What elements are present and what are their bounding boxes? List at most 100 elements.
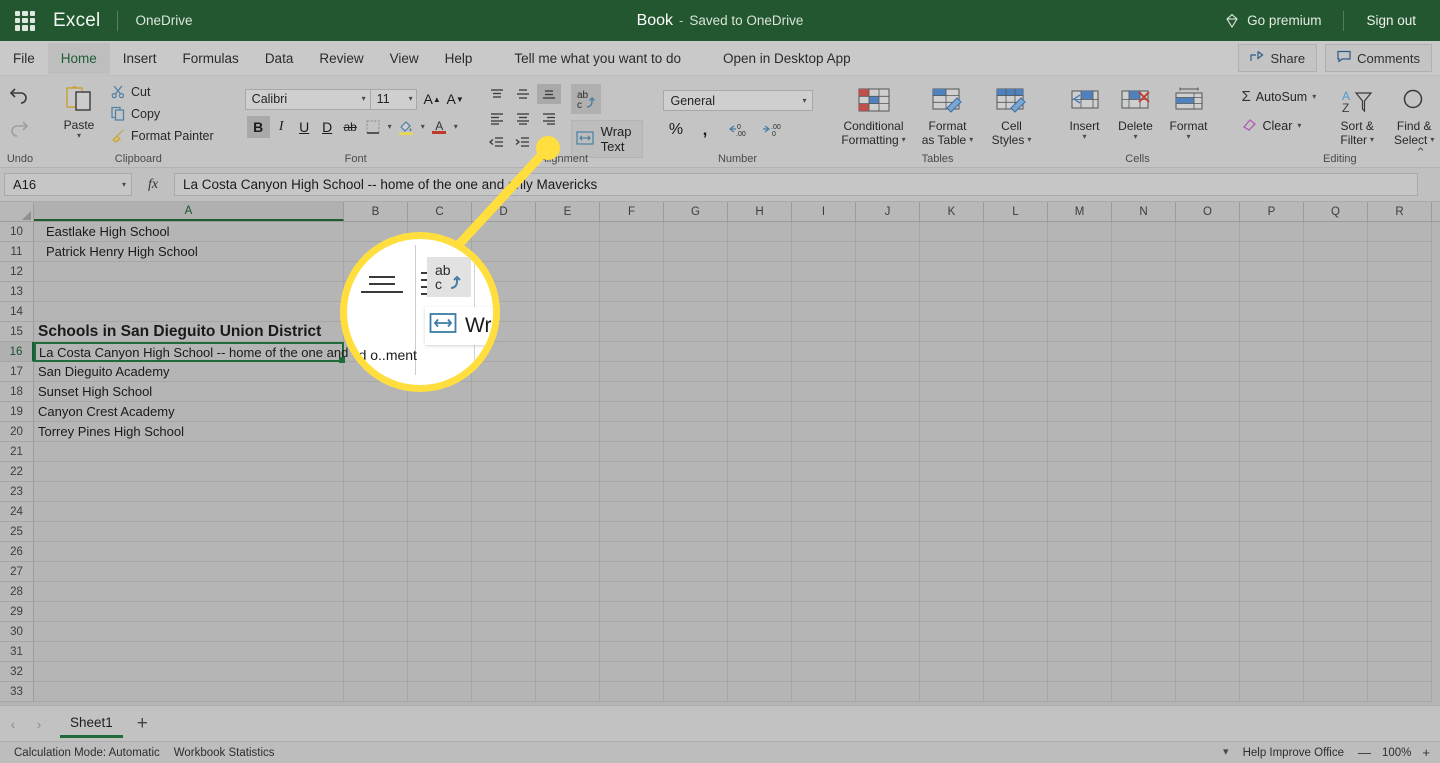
column-header-o[interactable]: O	[1176, 202, 1240, 221]
cell-H14[interactable]	[728, 302, 792, 322]
cell-R31[interactable]	[1368, 642, 1432, 662]
cell-R17[interactable]	[1368, 362, 1432, 382]
align-middle-button[interactable]	[511, 84, 535, 104]
cell-C24[interactable]	[408, 502, 472, 522]
row-header-26[interactable]: 26	[0, 542, 34, 562]
cell-Q22[interactable]	[1304, 462, 1368, 482]
cell-M22[interactable]	[1048, 462, 1112, 482]
cell-L29[interactable]	[984, 602, 1048, 622]
cell-I24[interactable]	[792, 502, 856, 522]
cell-L10[interactable]	[984, 222, 1048, 242]
tab-review[interactable]: Review	[306, 43, 376, 74]
row-header-33[interactable]: 33	[0, 682, 34, 702]
cell-B21[interactable]	[344, 442, 408, 462]
cell-A24[interactable]	[34, 502, 344, 522]
cell-C21[interactable]	[408, 442, 472, 462]
cell-K30[interactable]	[920, 622, 984, 642]
cell-N26[interactable]	[1112, 542, 1176, 562]
cell-Q26[interactable]	[1304, 542, 1368, 562]
cell-M25[interactable]	[1048, 522, 1112, 542]
formula-input[interactable]: La Costa Canyon High School -- home of t…	[174, 173, 1418, 196]
cell-P25[interactable]	[1240, 522, 1304, 542]
cell-E20[interactable]	[536, 422, 600, 442]
row-header-10[interactable]: 10	[0, 222, 34, 242]
cell-N27[interactable]	[1112, 562, 1176, 582]
chevron-down-icon[interactable]: ▾	[1082, 133, 1086, 141]
column-header-g[interactable]: G	[664, 202, 728, 221]
cell-O25[interactable]	[1176, 522, 1240, 542]
cell-P12[interactable]	[1240, 262, 1304, 282]
cell-F20[interactable]	[600, 422, 664, 442]
cell-H10[interactable]	[728, 222, 792, 242]
cell-J26[interactable]	[856, 542, 920, 562]
cell-I27[interactable]	[792, 562, 856, 582]
find-select-button[interactable]: Find & Select ▾	[1385, 86, 1440, 149]
cell-B30[interactable]	[344, 622, 408, 642]
cell-F11[interactable]	[600, 242, 664, 262]
cell-E29[interactable]	[536, 602, 600, 622]
cell-P31[interactable]	[1240, 642, 1304, 662]
cell-L19[interactable]	[984, 402, 1048, 422]
row-header-11[interactable]: 11	[0, 242, 34, 262]
cell-P28[interactable]	[1240, 582, 1304, 602]
increase-indent-button[interactable]	[511, 132, 535, 152]
cell-A28[interactable]	[34, 582, 344, 602]
storage-label[interactable]: OneDrive	[135, 13, 192, 28]
cell-A22[interactable]	[34, 462, 344, 482]
cell-F14[interactable]	[600, 302, 664, 322]
cell-A13[interactable]	[34, 282, 344, 302]
cell-I19[interactable]	[792, 402, 856, 422]
cell-R28[interactable]	[1368, 582, 1432, 602]
cell-D23[interactable]	[472, 482, 536, 502]
magnified-wrap-text-button[interactable]: Wrap	[425, 307, 493, 345]
cell-L13[interactable]	[984, 282, 1048, 302]
cell-Q24[interactable]	[1304, 502, 1368, 522]
document-name[interactable]: Book	[637, 12, 673, 29]
cell-F23[interactable]	[600, 482, 664, 502]
cell-E33[interactable]	[536, 682, 600, 702]
cell-B32[interactable]	[344, 662, 408, 682]
cell-R29[interactable]	[1368, 602, 1432, 622]
cell-C29[interactable]	[408, 602, 472, 622]
cell-M27[interactable]	[1048, 562, 1112, 582]
cell-I12[interactable]	[792, 262, 856, 282]
tab-view[interactable]: View	[377, 43, 432, 74]
cell-A25[interactable]	[34, 522, 344, 542]
app-launcher-icon[interactable]	[15, 10, 35, 31]
insert-function-button[interactable]: fx	[132, 177, 174, 193]
cell-P17[interactable]	[1240, 362, 1304, 382]
cell-K24[interactable]	[920, 502, 984, 522]
cell-K26[interactable]	[920, 542, 984, 562]
cell-F27[interactable]	[600, 562, 664, 582]
cell-G18[interactable]	[664, 382, 728, 402]
cell-O16[interactable]	[1176, 342, 1240, 362]
cell-H28[interactable]	[728, 582, 792, 602]
cell-D31[interactable]	[472, 642, 536, 662]
cell-Q13[interactable]	[1304, 282, 1368, 302]
cell-P27[interactable]	[1240, 562, 1304, 582]
cell-J14[interactable]	[856, 302, 920, 322]
font-name-select[interactable]: Calibri ▾	[244, 88, 371, 110]
cell-I17[interactable]	[792, 362, 856, 382]
row-header-24[interactable]: 24	[0, 502, 34, 522]
cell-A23[interactable]	[34, 482, 344, 502]
cell-G16[interactable]	[664, 342, 728, 362]
cell-M12[interactable]	[1048, 262, 1112, 282]
cell-K12[interactable]	[920, 262, 984, 282]
cell-H20[interactable]	[728, 422, 792, 442]
cell-J32[interactable]	[856, 662, 920, 682]
undo-button[interactable]	[8, 80, 30, 113]
row-header-20[interactable]: 20	[0, 422, 34, 442]
cell-F31[interactable]	[600, 642, 664, 662]
cell-Q29[interactable]	[1304, 602, 1368, 622]
cell-F29[interactable]	[600, 602, 664, 622]
cell-I18[interactable]	[792, 382, 856, 402]
cell-N23[interactable]	[1112, 482, 1176, 502]
row-header-31[interactable]: 31	[0, 642, 34, 662]
cell-C22[interactable]	[408, 462, 472, 482]
align-left-button[interactable]	[485, 108, 509, 128]
cell-Q21[interactable]	[1304, 442, 1368, 462]
cell-R18[interactable]	[1368, 382, 1432, 402]
cell-G28[interactable]	[664, 582, 728, 602]
align-top-button[interactable]	[485, 84, 509, 104]
